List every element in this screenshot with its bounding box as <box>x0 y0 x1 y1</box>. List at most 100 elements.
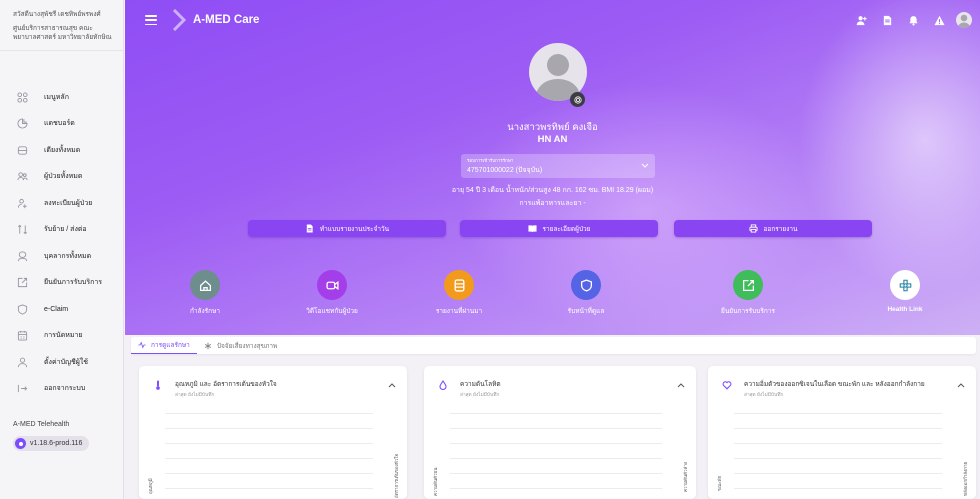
visit-select-value: 475701000022 (ปัจจุบัน) <box>467 167 543 174</box>
card-title: ความดันโลหิต <box>460 381 501 388</box>
quick-take-care[interactable]: รับหน้าที่ดูแล <box>541 270 631 316</box>
thermometer-icon <box>156 380 160 390</box>
grid-line <box>734 443 942 444</box>
app-logo-icon <box>172 9 186 31</box>
card-temperature-heart-rate: อุณหภูมิ และ อัตราการเต้นของหัวใจ ล่าสุด… <box>139 366 407 499</box>
add-user-icon[interactable] <box>854 13 868 27</box>
warning-icon[interactable] <box>932 13 946 27</box>
tab-care[interactable]: การดูแลรักษา <box>131 337 197 354</box>
drop-icon <box>439 380 447 390</box>
bell-icon[interactable] <box>906 13 920 27</box>
sidebar-item-appointments[interactable]: การนัดหมาย <box>0 323 124 350</box>
sidebar-item-staff[interactable]: บุคลากรทั้งหมด <box>0 243 124 270</box>
grid-line <box>165 443 373 444</box>
sidebar-item-label: แดชบอร์ด <box>44 120 75 128</box>
export-report-button[interactable]: ออกรายงาน <box>674 220 872 237</box>
export-report-label: ออกรายงาน <box>763 225 798 233</box>
y-axis-label-right: หลังออกกำลังกาย <box>963 461 968 496</box>
card-oxygen-saturation: ความอิ่มตัวของออกซิเจนในเลือด ขณะพัก และ… <box>708 366 976 499</box>
external-link-icon <box>733 270 763 300</box>
grid-line <box>450 443 662 444</box>
sidebar-item-label: e-Claim <box>44 305 69 313</box>
sidebar-item-label: ตั้งค่าบัญชีผู้ใช้ <box>44 358 89 366</box>
card-header[interactable]: ความดันโลหิต ล่าสุด ยังไม่มีบันทึก <box>438 379 686 399</box>
document-icon <box>306 224 313 233</box>
grid-line <box>450 458 662 459</box>
document-icon[interactable] <box>880 13 894 27</box>
sidebar: สวัสดีนางสุพัชรี เดชทิพย์พรพงศ์ ศูนย์บริ… <box>0 0 124 499</box>
change-photo-icon[interactable] <box>570 92 585 107</box>
sidebar-item-patients[interactable]: ผู้ป่วยทั้งหมด <box>0 164 124 191</box>
grid-line <box>450 488 662 489</box>
shield-icon <box>14 304 30 315</box>
chevron-down-icon <box>641 163 649 168</box>
org-name-line1: ศูนย์บริการสาธารณสุข คณะ <box>13 25 93 32</box>
card-subtitle: ล่าสุด ยังไม่มีบันทึก <box>175 393 215 398</box>
grid-line <box>165 473 373 474</box>
tab-label: การดูแลรักษา <box>151 342 190 349</box>
version-info: A-MED Telehealth v1.18.6-prod.116 <box>13 421 90 451</box>
book-icon <box>527 225 537 233</box>
app-title: A-MED Care <box>193 14 260 26</box>
card-subtitle: ล่าสุด ยังไม่มีบันทึก <box>460 393 500 398</box>
sidebar-item-main-menu[interactable]: เมนูหลัก <box>0 84 124 111</box>
tab-label: ปัจจัยเสี่ยงทางสุขภาพ <box>216 342 278 350</box>
card-header[interactable]: ความอิ่มตัวของออกซิเจนในเลือด ขณะพัก และ… <box>722 379 966 399</box>
printer-icon <box>748 224 758 233</box>
sidebar-item-register[interactable]: ลงทะเบียนผู้ป่วย <box>0 190 124 217</box>
version-badge: v1.18.6-prod.116 <box>13 436 90 451</box>
card-subtitle: ล่าสุด ยังไม่มีบันทึก <box>744 393 784 398</box>
sidebar-item-dashboard[interactable]: แดชบอร์ด <box>0 111 124 138</box>
y-axis-label-right: อัตราการเต้นของหัวใจ <box>394 453 399 498</box>
card-header[interactable]: อุณหภูมิ และ อัตราการเต้นของหัวใจ ล่าสุด… <box>153 379 397 399</box>
sidebar-item-transfer[interactable]: รับย้าย / ส่งต่อ <box>0 217 124 244</box>
quick-in-treatment[interactable]: กำลังรักษา <box>160 270 250 316</box>
sidebar-item-label: ผู้ป่วยทั้งหมด <box>44 173 83 181</box>
sidebar-item-e-claim[interactable]: e-Claim <box>0 296 124 323</box>
grid-line <box>165 428 373 429</box>
sidebar-item-beds[interactable]: เตียงทั้งหมด <box>0 137 124 164</box>
chevron-up-icon[interactable] <box>388 382 396 388</box>
user-settings-icon <box>14 357 30 368</box>
version-dot-icon <box>15 438 26 449</box>
patient-details-label: รายละเอียดผู้ป่วย <box>542 225 591 233</box>
sidebar-item-account-settings[interactable]: ตั้งค่าบัญชีผู้ใช้ <box>0 349 124 376</box>
version-label: v1.18.6-prod.116 <box>30 440 83 447</box>
daily-report-label: ทำแบบรายงานประจำวัน <box>319 225 390 233</box>
grid-line <box>734 413 942 414</box>
daily-report-button[interactable]: ทำแบบรายงานประจำวัน <box>248 220 446 237</box>
transfer-icon <box>14 224 30 235</box>
register-icon <box>14 198 30 209</box>
y-axis-label-right: ความดันตัวล่าง <box>683 462 688 492</box>
sidebar-item-label: ลงทะเบียนผู้ป่วย <box>44 199 93 207</box>
sidebar-item-label: เตียงทั้งหมด <box>44 146 81 154</box>
top-bar: A-MED Care <box>125 0 980 40</box>
sidebar-item-label: บุคลากรทั้งหมด <box>44 252 92 260</box>
sidebar-item-logout[interactable]: ออกจากระบบ <box>0 376 124 403</box>
sidebar-item-label: ยืนยันการรับบริการ <box>44 279 103 287</box>
grid-line <box>165 488 373 489</box>
quick-label: รับหน้าที่ดูแล <box>567 308 605 315</box>
user-avatar[interactable] <box>956 12 972 28</box>
grid-line <box>734 428 942 429</box>
chevron-up-icon[interactable] <box>677 382 685 388</box>
grid-line <box>450 428 662 429</box>
quick-past-reports[interactable]: รายงานที่ผ่านมา <box>414 270 504 316</box>
calendar-icon <box>14 330 30 341</box>
patient-details-button[interactable]: รายละเอียดผู้ป่วย <box>460 220 658 237</box>
quick-health-link[interactable]: Health Link <box>860 270 950 313</box>
bed-icon <box>14 145 30 156</box>
chevron-up-icon[interactable] <box>957 382 965 388</box>
grid-line <box>734 488 942 489</box>
grid-line <box>450 413 662 414</box>
patient-vitals-summary: อายุ 54 ปี 3 เดือน น้ำหนัก/ส่วนสูง 48 กก… <box>451 187 654 194</box>
quick-confirm-service[interactable]: ยืนยันการรับบริการ <box>703 270 793 316</box>
sidebar-item-confirm-service[interactable]: ยืนยันการรับบริการ <box>0 270 124 297</box>
tab-health-risks[interactable]: ปัจจัยเสี่ยงทางสุขภาพ <box>197 337 284 354</box>
sidebar-menu: เมนูหลัก แดชบอร์ด เตียงทั้งหมด ผู้ป่วยทั… <box>0 84 124 402</box>
visit-select[interactable]: รอบการเข้ารับการรักษา 475701000022 (ปัจจ… <box>461 154 655 178</box>
heart-icon <box>722 381 732 390</box>
quick-label: Health Link <box>887 306 923 313</box>
quick-video-chat[interactable]: วิดีโอแชทกับผู้ป่วย <box>287 270 377 316</box>
menu-icon[interactable] <box>145 15 157 25</box>
